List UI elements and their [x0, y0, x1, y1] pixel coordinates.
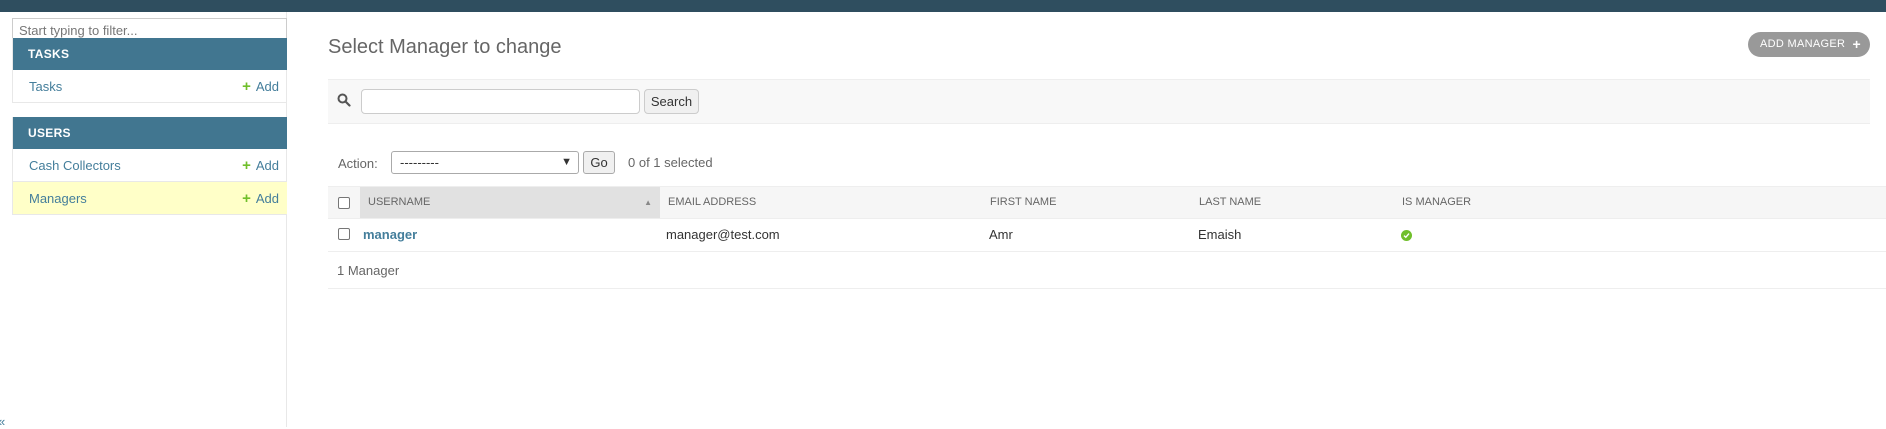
go-button[interactable]: Go — [583, 151, 615, 174]
column-header-last-name[interactable]: Last name — [1199, 187, 1261, 218]
sidebar-link-managers[interactable]: Managers — [29, 191, 87, 206]
plus-icon: + — [242, 157, 251, 174]
add-label: Add — [255, 79, 279, 94]
cell-email: manager@test.com — [666, 227, 780, 242]
page-title: Select Manager to change — [328, 36, 562, 58]
app-header-users[interactable]: Users — [13, 117, 287, 149]
column-header-first-name[interactable]: First name — [990, 187, 1056, 218]
search-icon — [337, 93, 351, 110]
add-manager-button[interactable]: Add Manager + — [1748, 32, 1870, 57]
action-selected-value: --------- — [400, 155, 439, 170]
table-header-row: Username ▲ Email address First name Last… — [328, 186, 1886, 219]
column-header-email[interactable]: Email address — [668, 187, 756, 218]
username-link[interactable]: manager — [363, 227, 417, 242]
chevron-down-icon: ▼ — [561, 156, 572, 168]
cell-first-name: Amr — [989, 227, 1013, 242]
app-users: Users Cash Collectors + Add Managers + Add — [12, 117, 287, 215]
add-cash-collector-link[interactable]: + Add — [242, 158, 279, 173]
table-row: manager manager@test.com Amr Emaish — [328, 219, 1886, 252]
cell-username: manager — [363, 219, 417, 251]
cell-last-name: Emaish — [1198, 227, 1242, 242]
plus-icon: + — [242, 78, 251, 95]
add-manager-link[interactable]: + Add — [242, 191, 279, 206]
search-toolbar: Search — [328, 79, 1870, 124]
sidebar-item-managers: Managers + Add — [13, 182, 287, 215]
search-button[interactable]: Search — [644, 89, 699, 114]
add-label: Add — [255, 191, 279, 206]
column-header-username[interactable]: Username ▲ — [360, 187, 660, 218]
row-select-checkbox[interactable] — [338, 228, 350, 240]
app-tasks: Tasks Tasks + Add — [12, 38, 287, 103]
add-tasks-link[interactable]: + Add — [242, 79, 279, 94]
column-label-username: Username — [368, 196, 431, 208]
sidebar-link-tasks[interactable]: Tasks — [29, 79, 62, 94]
sort-ascending-icon[interactable]: ▲ — [644, 187, 652, 218]
sidebar-item-tasks: Tasks + Add — [13, 70, 287, 103]
sidebar-nav: Tasks Tasks + Add Users Cash Collectors +… — [0, 12, 287, 429]
search-input[interactable] — [361, 89, 640, 114]
sidebar-link-cash-collectors[interactable]: Cash Collectors — [29, 158, 121, 173]
sidebar-item-cash-collectors: Cash Collectors + Add — [13, 149, 287, 182]
add-label: Add — [255, 158, 279, 173]
app-header-tasks[interactable]: Tasks — [13, 38, 287, 70]
plus-icon: + — [242, 190, 251, 207]
column-header-is-manager[interactable]: Is manager — [1402, 187, 1471, 218]
plus-icon: + — [1852, 36, 1861, 52]
select-all-checkbox[interactable] — [338, 197, 350, 209]
action-select[interactable]: --------- ▼ — [391, 151, 579, 174]
top-header-bar — [0, 0, 1886, 12]
add-manager-label: Add Manager — [1760, 38, 1846, 50]
action-label: Action: — [338, 156, 378, 171]
main-content: Select Manager to change Add Manager + S… — [328, 12, 1886, 427]
check-circle-icon — [1401, 230, 1412, 241]
selection-counter: 0 of 1 selected — [628, 155, 713, 170]
paginator: 1 Manager — [328, 253, 1886, 289]
